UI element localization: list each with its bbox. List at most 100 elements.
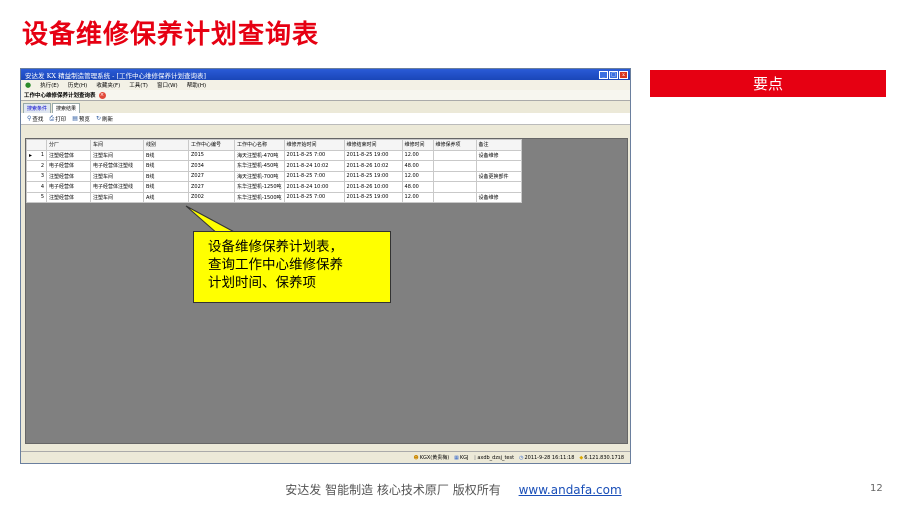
refresh-button[interactable]: ↻ 刷新 [96,115,113,123]
close-tab-icon[interactable]: × [98,91,106,99]
status-version-text: 6.121.830.1718 [584,454,624,461]
menu-tools[interactable]: 工具(T) [129,81,148,89]
maximize-icon[interactable]: □ [609,70,618,79]
preview-icon: ▤ [72,115,78,122]
table-cell: 2011-8-26 10:02 [343,160,403,172]
col-header-start-time[interactable]: 维修开始时间 [283,139,345,151]
table-cell: 2011-8-25 19:00 [343,170,403,182]
table-cell: 2011-8-26 10:00 [343,181,403,193]
preview-button[interactable]: ▤ 预览 [72,115,90,123]
table-cell: Z027 [188,181,235,193]
status-company-text: KGJ [459,454,469,461]
table-cell: 设备维修 [475,149,522,161]
table-row[interactable]: 3 注塑经营体 注塑车间 B线 Z027 海天注塑机-700吨 2011-8-25 7:00… [26,170,522,182]
table-cell: 注塑车间 [90,149,144,161]
table-cell: 电子经营体 [46,181,91,193]
table-cell: Z002 [188,191,235,203]
document-tab-label: 工作中心维修保养计划查询表 [24,93,96,99]
table-cell: 2011-8-25 7:00 [283,191,345,203]
col-header-maint-item[interactable]: 维修保养项 [432,139,477,151]
menu-execute[interactable]: 执行(E) [40,81,59,89]
results-table: 分厂 车间 线别 工作中心编号 工作中心名称 维修开始时间 维修结束时间 维修时… [26,139,522,203]
table-cell [432,160,477,172]
table-row[interactable]: 4 电子经营体 电子经营体注塑线 B线 Z027 东华注塑机-1250吨 2011-8-24… [26,181,522,193]
table-cell: 设备更换部件 [475,170,522,182]
slide-title: 设备维修保养计划查询表 [22,20,320,50]
printer-icon: ⎙ [49,114,55,122]
table-cell [432,191,477,203]
row-number-cell: 3 [26,170,47,182]
table-cell: 2011-8-25 19:00 [343,149,403,161]
col-header-remark[interactable]: 备注 [475,139,522,151]
col-header-end-time[interactable]: 维修结束时间 [343,139,403,151]
col-header-workshop[interactable]: 车间 [90,139,144,151]
document-tab[interactable]: 工作中心维修保养计划查询表 × [21,90,630,101]
table-row[interactable]: ▸ 1 注塑经营体 注塑车间 B线 Z015 海天注塑机-470吨 2011-8-25 7:0… [26,149,522,161]
table-cell: 2011-8-25 7:00 [283,170,345,182]
find-button[interactable]: ⚲ 查找 [27,115,43,123]
clock-icon: ◷ [519,454,524,461]
col-header-duration[interactable]: 维修时间 [401,139,434,151]
col-header-wc-name[interactable]: 工作中心名称 [234,139,285,151]
minimize-icon[interactable]: _ [599,70,608,79]
callout-box: 设备维修保养计划表， 查询工作中心维修保养 计划时间、保养项 [193,231,391,303]
refresh-icon: ↻ [95,115,101,122]
status-bar: ☻ KGX(黄贵梅) ▦ KGJ ▯ axdb_dzsj_test ◷ 2011-9-2… [21,451,630,463]
menu-help[interactable]: 帮助(H) [187,81,206,89]
print-button[interactable]: ⎙ 打印 [49,115,66,123]
table-cell: 海天注塑机-700吨 [234,170,285,182]
table-cell: B线 [143,160,189,172]
table-row[interactable]: 5 注塑经营体 注塑车间 A线 Z002 东华注塑机-1500吨 2011-8-25 7:0… [26,191,522,203]
table-cell: B线 [143,181,189,193]
footer-link[interactable]: www.andafa.com [519,483,622,497]
keypoint-banner: 要点 [650,70,886,97]
diamond-icon: ◆ [579,454,584,461]
menu-favorites[interactable]: 收藏夹(F) [96,81,120,89]
table-cell: A线 [143,191,189,203]
table-cell: 东华注塑机-1500吨 [234,191,285,203]
tab-search-results[interactable]: 搜索结果 [52,103,81,113]
callout-line-1: 设备维修保养计划表， [208,239,343,255]
table-cell [475,160,522,172]
tab-search-conditions[interactable]: 搜索条件 [23,103,52,113]
binoculars-icon: ⚲ [27,115,32,122]
callout-line-2: 查询工作中心维修保养 [208,257,343,273]
close-icon[interactable]: x [619,70,628,79]
table-cell: Z034 [188,160,235,172]
row-number-cell: 4 [26,181,47,193]
table-cell: 设备维修 [475,191,522,203]
table-cell: 48.00 [401,181,434,193]
row-number-cell: 2 [26,160,47,172]
col-header-rownum [26,139,47,151]
table-cell [432,181,477,193]
menu-window[interactable]: 窗口(W) [157,81,178,89]
menu-history[interactable]: 历史(H) [68,81,87,89]
status-time: ◷ 2011-9-28 16:11:18 [519,455,574,461]
table-cell: Z027 [188,170,235,182]
col-header-line[interactable]: 线别 [143,139,189,151]
table-cell: 2011-8-25 19:00 [343,191,403,203]
table-row[interactable]: 2 电子经营体 电子经营体注塑线 B线 Z034 东华注塑机-450吨 2011-8-24 … [26,160,522,172]
table-cell: 注塑经营体 [46,191,91,203]
page-number: 12 [870,483,883,494]
table-cell: 2011-8-24 10:02 [283,160,345,172]
toolbar: ⚲ 查找 ⎙ 打印 ▤ 预览 ↻ 刷新 [21,113,630,125]
table-cell: 东华注塑机-450吨 [234,160,285,172]
status-user-text: KGX(黄贵梅) [419,455,450,461]
table-cell: 电子经营体注塑线 [90,160,144,172]
database-icon: ▯ [473,454,477,461]
col-header-factory[interactable]: 分厂 [46,139,91,151]
status-company: ▦ KGJ [454,455,468,461]
table-cell: 12.00 [401,170,434,182]
window-title: 安达发 KX 精益制造管理系统 - [工作中心维修保养计划查询表] [25,71,207,80]
find-label: 查找 [32,116,44,123]
table-cell: 电子经营体注塑线 [90,181,144,193]
refresh-label: 刷新 [101,116,113,123]
user-icon: ☻ [413,454,419,461]
table-cell [432,170,477,182]
col-header-wc-code[interactable]: 工作中心编号 [188,139,235,151]
status-database: ▯ axdb_dzsj_test [474,455,515,461]
current-row-icon: ▸ [29,151,33,159]
table-cell: 注塑车间 [90,191,144,203]
table-cell: 电子经营体 [46,160,91,172]
